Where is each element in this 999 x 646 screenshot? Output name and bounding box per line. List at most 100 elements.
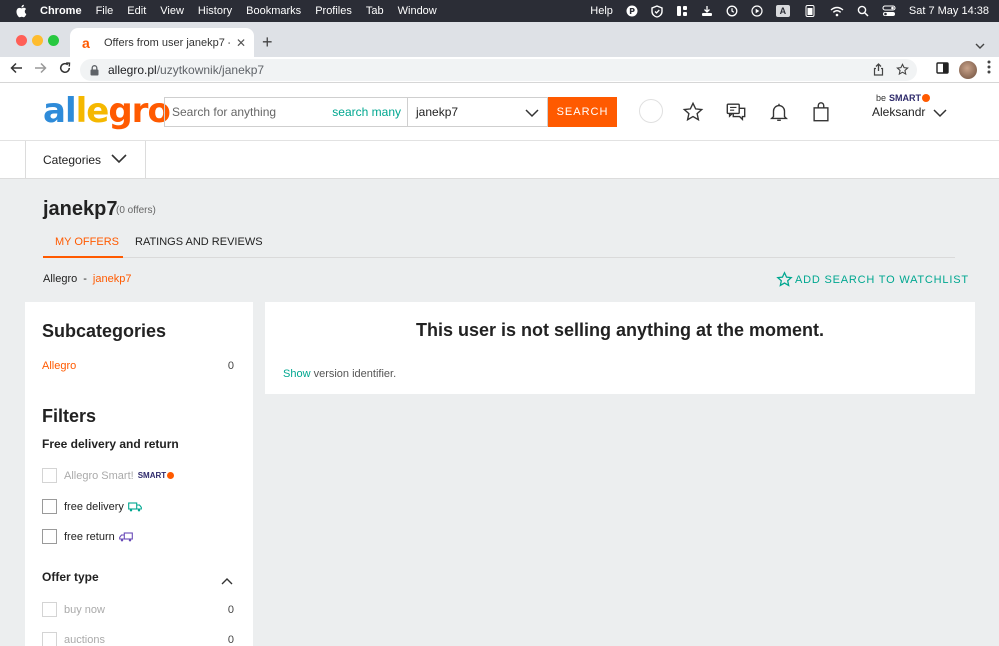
- url-path: /uzytkownik/janekp7: [156, 63, 265, 77]
- menu-app-name[interactable]: Chrome: [40, 5, 82, 17]
- filters-sidebar: Subcategories Allegro 0 Filters Free del…: [25, 302, 253, 646]
- smart-badge-icon: SMART: [138, 471, 175, 480]
- tab-ratings-reviews[interactable]: RATINGS AND REVIEWS: [135, 236, 263, 258]
- wifi-icon[interactable]: [830, 6, 844, 17]
- subcategory-item[interactable]: Allegro 0: [42, 360, 234, 372]
- input-source-icon[interactable]: A: [775, 5, 790, 17]
- menu-window[interactable]: Window: [398, 5, 437, 17]
- allegro-logo[interactable]: allegro: [43, 93, 171, 129]
- url-host: allegro.pl: [108, 63, 157, 77]
- delivery-group-heading: Free delivery and return: [42, 437, 179, 451]
- clock-datetime[interactable]: Sat 7 May 14:38: [909, 5, 989, 17]
- breadcrumb-current[interactable]: janekp7: [93, 273, 132, 285]
- grid-icon[interactable]: [676, 5, 688, 17]
- checkbox[interactable]: [42, 632, 57, 646]
- smart-logo-icon: [922, 94, 931, 102]
- chevron-up-icon[interactable]: [221, 572, 233, 590]
- notifications-bell-icon[interactable]: [767, 100, 791, 124]
- tab-close-icon[interactable]: ✕: [236, 36, 246, 50]
- bookmark-star-icon[interactable]: [896, 63, 909, 79]
- download-tray-icon[interactable]: [701, 5, 713, 17]
- user-account-name[interactable]: Aleksandr: [872, 105, 925, 119]
- search-button[interactable]: SEARCH: [548, 97, 617, 127]
- browser-tab-active[interactable]: a Offers from user janekp7 - Alle ✕: [70, 28, 254, 57]
- window-close-button[interactable]: [16, 35, 27, 46]
- search-placeholder: Search for anything: [172, 105, 277, 119]
- free-delivery-checkbox[interactable]: free delivery: [42, 499, 234, 514]
- chevron-down-icon[interactable]: [933, 105, 947, 123]
- version-identifier: Show version identifier.: [283, 368, 397, 380]
- tab-my-offers[interactable]: MY OFFERS: [43, 236, 123, 258]
- return-truck-icon: [118, 531, 133, 542]
- window-minimize-button[interactable]: [32, 35, 43, 46]
- shield-icon[interactable]: [651, 4, 663, 18]
- allegro-smart-checkbox[interactable]: Allegro Smart! SMART: [42, 468, 234, 483]
- reload-icon[interactable]: [59, 62, 71, 74]
- poland-flag-icon[interactable]: [639, 99, 663, 123]
- listing-panel: This user is not selling anything at the…: [265, 302, 975, 394]
- profile-avatar[interactable]: [959, 60, 977, 79]
- categories-bar: Categories: [0, 141, 999, 179]
- menu-history[interactable]: History: [198, 5, 232, 17]
- more-menu-icon[interactable]: [987, 60, 991, 79]
- messages-icon[interactable]: [724, 100, 748, 124]
- macos-menubar: Chrome File Edit View History Bookmarks …: [0, 0, 999, 22]
- address-bar[interactable]: allegro.pl/uzytkownik/janekp7: [80, 59, 917, 81]
- forward-arrow-icon[interactable]: [34, 62, 47, 74]
- offer-type-heading[interactable]: Offer type: [42, 570, 99, 584]
- add-to-watchlist-button[interactable]: ADD SEARCH TO WATCHLIST: [776, 271, 969, 288]
- pushbullet-icon[interactable]: P: [626, 5, 638, 17]
- battery-icon[interactable]: [803, 5, 817, 17]
- profile-tabs: MY OFFERS RATINGS AND REVIEWS: [43, 229, 955, 258]
- checkbox[interactable]: [42, 529, 57, 544]
- window-zoom-button[interactable]: [48, 35, 59, 46]
- tab-search-chevron-icon[interactable]: [975, 36, 985, 54]
- search-scope-select[interactable]: janekp7: [407, 97, 548, 127]
- breadcrumb-root[interactable]: Allegro: [43, 273, 77, 285]
- site-header: allegro Search for anything search many …: [0, 83, 999, 141]
- star-outline-icon: [776, 271, 793, 287]
- menu-file[interactable]: File: [96, 5, 114, 17]
- menu-tab[interactable]: Tab: [366, 5, 384, 17]
- control-center-icon[interactable]: [882, 5, 896, 17]
- breadcrumb: Allegro - janekp7: [43, 273, 132, 285]
- browser-tab-strip: a Offers from user janekp7 - Alle ✕ +: [0, 22, 999, 57]
- filters-heading: Filters: [42, 406, 97, 426]
- buy-now-checkbox[interactable]: buy now 0: [42, 602, 234, 617]
- lock-icon[interactable]: [90, 64, 99, 76]
- time-machine-icon[interactable]: [726, 5, 738, 17]
- empty-state-message: This user is not selling anything at the…: [415, 320, 825, 340]
- watchlist-star-icon[interactable]: [681, 100, 705, 124]
- checkbox[interactable]: [42, 468, 57, 483]
- cart-bag-icon[interactable]: [809, 100, 833, 124]
- play-icon[interactable]: [751, 5, 763, 17]
- new-tab-plus-icon[interactable]: +: [262, 33, 273, 51]
- show-version-link[interactable]: Show: [283, 368, 311, 380]
- menu-help[interactable]: Help: [590, 5, 613, 17]
- menu-profiles[interactable]: Profiles: [315, 5, 352, 17]
- offer-count: (0 offers): [116, 205, 156, 216]
- free-return-checkbox[interactable]: free return: [42, 529, 234, 544]
- spotlight-search-icon[interactable]: [857, 5, 869, 17]
- be-smart-badge[interactable]: be SMART: [876, 93, 931, 103]
- categories-button[interactable]: Categories: [25, 141, 146, 179]
- allegro-favicon-icon: a: [82, 34, 90, 51]
- search-scope-value: janekp7: [416, 105, 459, 119]
- checkbox[interactable]: [42, 602, 57, 617]
- side-panel-icon[interactable]: [936, 61, 949, 79]
- search-input[interactable]: Search for anything search many: [164, 97, 408, 127]
- auctions-checkbox[interactable]: auctions 0: [42, 632, 234, 646]
- share-icon[interactable]: [873, 63, 884, 79]
- back-arrow-icon[interactable]: [10, 62, 23, 74]
- search-many-link[interactable]: search many: [332, 105, 401, 119]
- apple-icon[interactable]: [14, 4, 28, 18]
- menu-edit[interactable]: Edit: [127, 5, 146, 17]
- menu-view[interactable]: View: [160, 5, 184, 17]
- delivery-truck-icon: [128, 501, 142, 512]
- chevron-down-icon: [525, 107, 539, 121]
- svg-text:P: P: [629, 7, 635, 16]
- subcategories-heading: Subcategories: [42, 321, 167, 341]
- menu-bookmarks[interactable]: Bookmarks: [246, 5, 301, 17]
- checkbox[interactable]: [42, 499, 57, 514]
- browser-toolbar: allegro.pl/uzytkownik/janekp7: [0, 57, 999, 83]
